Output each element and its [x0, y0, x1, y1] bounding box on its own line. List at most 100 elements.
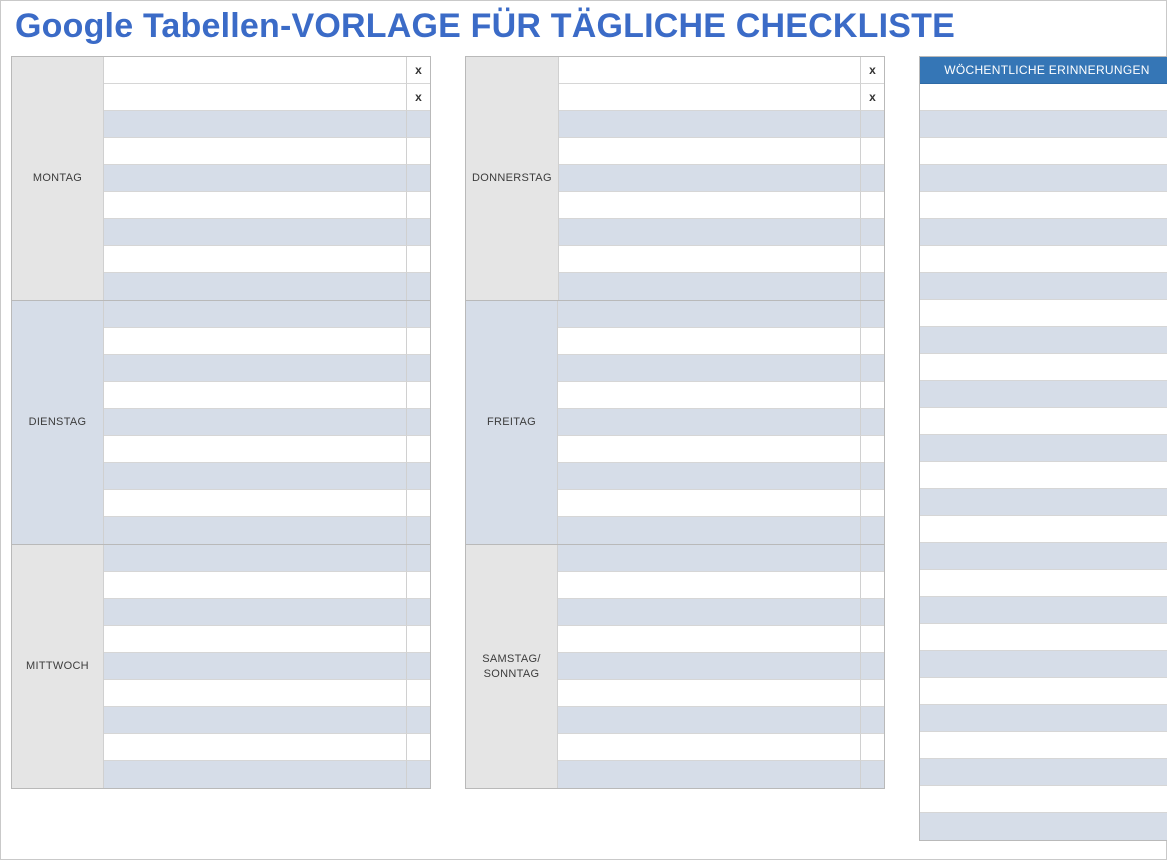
reminder-row[interactable] — [920, 624, 1167, 651]
reminder-row[interactable] — [920, 651, 1167, 678]
task-cell[interactable] — [559, 165, 860, 192]
check-cell[interactable] — [860, 490, 884, 517]
task-cell[interactable] — [104, 301, 406, 328]
reminder-row[interactable] — [920, 138, 1167, 165]
task-cell[interactable] — [558, 382, 860, 409]
check-cell[interactable] — [406, 653, 430, 680]
check-cell[interactable]: x — [406, 57, 430, 84]
check-cell[interactable] — [406, 273, 430, 300]
reminder-row[interactable] — [920, 489, 1167, 516]
reminder-row[interactable] — [920, 759, 1167, 786]
check-cell[interactable] — [860, 138, 884, 165]
task-cell[interactable] — [104, 57, 406, 84]
check-cell[interactable] — [406, 328, 430, 355]
reminder-row[interactable] — [920, 84, 1167, 111]
reminder-row[interactable] — [920, 516, 1167, 543]
check-cell[interactable] — [406, 436, 430, 463]
check-cell[interactable] — [860, 599, 884, 626]
reminder-row[interactable] — [920, 462, 1167, 489]
task-cell[interactable] — [104, 328, 406, 355]
task-cell[interactable] — [104, 761, 406, 788]
check-cell[interactable] — [406, 490, 430, 517]
task-cell[interactable] — [104, 84, 406, 111]
check-cell[interactable] — [406, 599, 430, 626]
task-cell[interactable] — [558, 409, 860, 436]
check-cell[interactable] — [406, 517, 430, 544]
task-cell[interactable] — [558, 653, 860, 680]
check-cell[interactable] — [860, 734, 884, 761]
check-cell[interactable] — [860, 355, 884, 382]
task-cell[interactable] — [104, 680, 406, 707]
reminder-row[interactable] — [920, 327, 1167, 354]
check-cell[interactable] — [860, 626, 884, 653]
task-cell[interactable] — [558, 761, 860, 788]
check-cell[interactable] — [860, 436, 884, 463]
task-cell[interactable] — [104, 463, 406, 490]
task-cell[interactable] — [559, 57, 860, 84]
task-cell[interactable] — [104, 382, 406, 409]
task-cell[interactable] — [559, 219, 860, 246]
check-cell[interactable] — [406, 219, 430, 246]
check-cell[interactable] — [860, 219, 884, 246]
check-cell[interactable] — [860, 273, 884, 300]
check-cell[interactable] — [860, 246, 884, 273]
check-cell[interactable] — [860, 545, 884, 572]
check-cell[interactable] — [860, 680, 884, 707]
check-cell[interactable] — [860, 111, 884, 138]
reminder-row[interactable] — [920, 381, 1167, 408]
task-cell[interactable] — [559, 273, 860, 300]
task-cell[interactable] — [104, 490, 406, 517]
check-cell[interactable] — [406, 626, 430, 653]
check-cell[interactable] — [406, 246, 430, 273]
check-cell[interactable] — [406, 572, 430, 599]
reminder-row[interactable] — [920, 246, 1167, 273]
task-cell[interactable] — [104, 707, 406, 734]
check-cell[interactable] — [406, 707, 430, 734]
check-cell[interactable] — [860, 517, 884, 544]
task-cell[interactable] — [104, 111, 406, 138]
reminder-row[interactable] — [920, 678, 1167, 705]
task-cell[interactable] — [104, 517, 406, 544]
check-cell[interactable] — [860, 572, 884, 599]
check-cell[interactable] — [860, 761, 884, 788]
reminder-row[interactable] — [920, 408, 1167, 435]
check-cell[interactable] — [860, 653, 884, 680]
check-cell[interactable] — [860, 463, 884, 490]
check-cell[interactable] — [406, 734, 430, 761]
task-cell[interactable] — [558, 707, 860, 734]
check-cell[interactable]: x — [860, 57, 884, 84]
reminder-row[interactable] — [920, 273, 1167, 300]
reminder-row[interactable] — [920, 543, 1167, 570]
task-cell[interactable] — [559, 192, 860, 219]
task-cell[interactable] — [558, 301, 860, 328]
reminder-row[interactable] — [920, 219, 1167, 246]
task-cell[interactable] — [104, 246, 406, 273]
check-cell[interactable]: x — [406, 84, 430, 111]
task-cell[interactable] — [559, 111, 860, 138]
reminder-row[interactable] — [920, 300, 1167, 327]
check-cell[interactable] — [406, 545, 430, 572]
task-cell[interactable] — [559, 84, 860, 111]
task-cell[interactable] — [104, 219, 406, 246]
check-cell[interactable] — [860, 165, 884, 192]
reminder-row[interactable] — [920, 165, 1167, 192]
reminder-row[interactable] — [920, 813, 1167, 840]
reminder-row[interactable] — [920, 192, 1167, 219]
check-cell[interactable] — [406, 355, 430, 382]
check-cell[interactable] — [406, 138, 430, 165]
task-cell[interactable] — [104, 355, 406, 382]
task-cell[interactable] — [558, 680, 860, 707]
task-cell[interactable] — [558, 436, 860, 463]
task-cell[interactable] — [558, 517, 860, 544]
task-cell[interactable] — [104, 653, 406, 680]
task-cell[interactable] — [104, 165, 406, 192]
check-cell[interactable] — [406, 680, 430, 707]
task-cell[interactable] — [104, 626, 406, 653]
check-cell[interactable] — [860, 192, 884, 219]
task-cell[interactable] — [558, 734, 860, 761]
task-cell[interactable] — [558, 545, 860, 572]
reminder-row[interactable] — [920, 786, 1167, 813]
reminder-row[interactable] — [920, 597, 1167, 624]
task-cell[interactable] — [104, 734, 406, 761]
task-cell[interactable] — [558, 490, 860, 517]
